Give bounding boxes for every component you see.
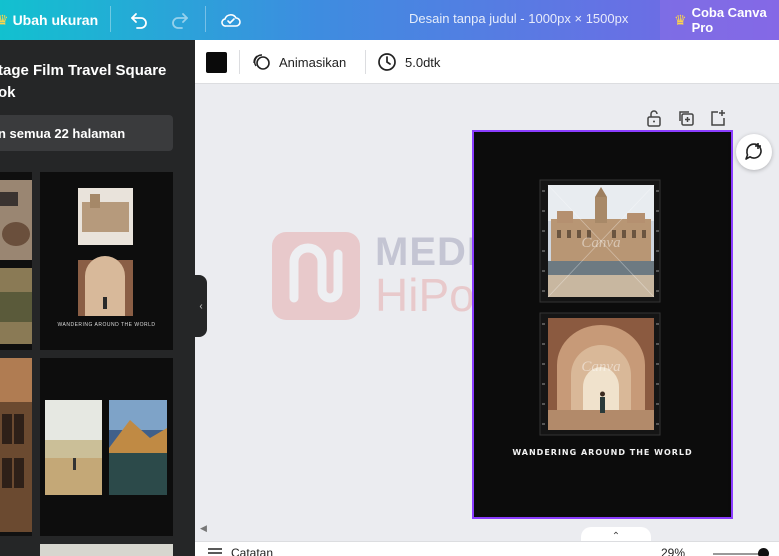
resize-label: Ubah ukuran <box>12 12 99 28</box>
crown-icon: ♛ <box>674 11 687 28</box>
template-thumbnail[interactable] <box>40 358 173 536</box>
top-bar: ♛ Ubah ukuran Desain tanpa judul - 1000p… <box>0 0 779 40</box>
animate-button[interactable]: Animasikan <box>251 50 346 74</box>
template-thumbnail[interactable]: WANDERING AROUND THE WORLD <box>40 172 173 350</box>
zoom-slider-handle[interactable] <box>758 548 769 556</box>
template-panel: tage Film Travel Square ok n semua 22 ha… <box>0 40 195 556</box>
design-caption[interactable]: WANDERING AROUND THE WORLD <box>477 448 728 457</box>
horizontal-scrollbar[interactable]: ◀ <box>195 521 779 535</box>
divider <box>110 6 111 32</box>
animate-icon <box>253 54 270 70</box>
bottom-bar: Catatan 29% <box>195 541 779 556</box>
try-pro-button[interactable]: ♛ Coba Canva Pro <box>660 0 779 40</box>
comment-add-icon <box>745 143 762 160</box>
chevron-left-icon: ‹ <box>199 300 203 312</box>
lock-icon[interactable] <box>645 109 663 127</box>
undo-icon[interactable] <box>127 8 151 32</box>
resize-button[interactable]: ♛ Ubah ukuran <box>0 0 98 40</box>
design-page[interactable]: Canva Canva WANDERING AROUND THE WORLD <box>472 130 733 519</box>
background-color-swatch[interactable] <box>206 52 227 73</box>
notes-icon <box>208 548 222 554</box>
duration-button[interactable]: 5.0dtk <box>377 50 440 74</box>
crown-icon: ♛ <box>0 11 9 28</box>
notes-button[interactable]: Catatan <box>207 546 273 556</box>
document-title[interactable]: Desain tanpa judul - 1000px × 1500px <box>409 11 628 26</box>
cloud-saved-icon[interactable] <box>219 8 243 32</box>
duration-label: 5.0dtk <box>405 54 441 70</box>
design-page-background: Canva Canva WANDERING AROUND THE WORLD <box>477 135 728 514</box>
notes-label: Catatan <box>231 546 274 556</box>
duplicate-page-icon[interactable] <box>677 109 695 127</box>
template-thumbnail[interactable] <box>0 172 32 350</box>
watermark-logo <box>272 232 360 320</box>
template-thumbnail[interactable] <box>40 544 173 556</box>
collapse-panel-handle[interactable]: ‹ <box>195 275 207 337</box>
photo-watermark: Canva <box>581 359 620 375</box>
redo-icon[interactable] <box>168 8 192 32</box>
photo-watermark: Canva <box>581 235 620 251</box>
add-page-icon[interactable] <box>709 109 727 127</box>
add-comment-button[interactable] <box>736 134 772 170</box>
template-thumbnail[interactable] <box>0 358 32 536</box>
apply-all-label: n semua 22 halaman <box>0 125 126 141</box>
scroll-left-icon[interactable]: ◀ <box>200 523 207 534</box>
divider <box>365 50 366 74</box>
page-actions <box>645 109 727 127</box>
animate-label: Animasikan <box>279 54 347 70</box>
divider <box>205 6 206 32</box>
editor-toolbar: Animasikan 5.0dtk <box>195 40 779 84</box>
thumbnail-caption: WANDERING AROUND THE WORLD <box>57 322 156 328</box>
divider <box>239 50 240 74</box>
zoom-percentage[interactable]: 29% <box>661 546 685 556</box>
chevron-up-icon: ⌃ <box>611 530 621 542</box>
clock-icon <box>378 53 396 71</box>
template-title: tage Film Travel Square ok <box>0 62 167 101</box>
apply-all-pages-button[interactable]: n semua 22 halaman <box>0 115 173 151</box>
try-pro-label: Coba Canva Pro <box>691 5 767 35</box>
